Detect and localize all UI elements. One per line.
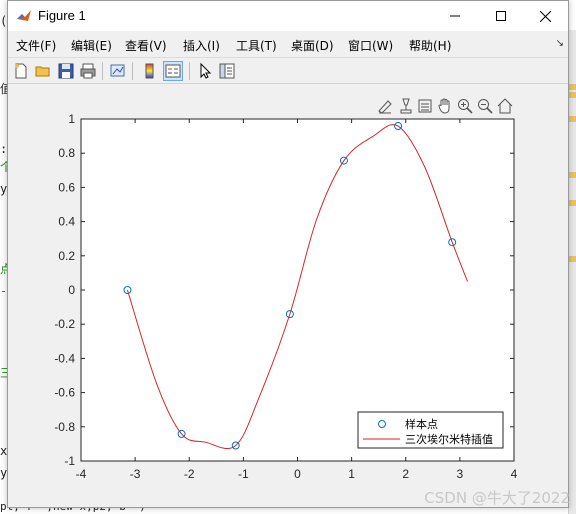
legend-entry-samples: 样本点 — [405, 417, 438, 431]
legend[interactable]: 样本点 三次埃尔米特插值 — [357, 411, 504, 449]
legend-entry-interp: 三次埃尔米特插值 — [405, 432, 493, 446]
x-tick-label: -1 — [238, 467, 249, 481]
x-tick-label: 1 — [348, 467, 355, 481]
y-tick-label: -0.6 — [54, 386, 75, 400]
y-tick-label: 0.6 — [58, 180, 75, 194]
x-tick-label: 4 — [511, 467, 518, 481]
x-tick-label: 3 — [457, 467, 464, 481]
axes-box — [80, 118, 515, 462]
editor-scroll-strip — [568, 30, 576, 514]
x-tick-label: 0 — [294, 467, 301, 481]
y-tick-label: 0.8 — [58, 146, 75, 160]
y-tick-label: -0.8 — [54, 420, 75, 434]
watermark: CSDN @牛大了2022 — [424, 489, 570, 507]
y-tick-label: 1 — [68, 112, 75, 126]
x-tick-label: 2 — [402, 467, 409, 481]
x-tick-label: -2 — [184, 467, 195, 481]
x-tick-label: -4 — [76, 467, 87, 481]
y-tick-label: 0 — [68, 283, 75, 297]
y-tick-label: -0.4 — [54, 351, 75, 365]
y-tick-label: 0.2 — [58, 249, 75, 263]
figure-window: Figure 1 文件(F) 编辑(E) 查看(V) 插入(I) 工具(T) 桌… — [7, 0, 569, 508]
y-tick-label: -0.2 — [54, 317, 75, 331]
y-tick-label: 0.4 — [58, 215, 75, 229]
plot-area[interactable]: -4 -3 -2 -1 0 1 2 3 4 1 0.8 0.6 0.4 0.2 0 -0.2 -0.4 -0.6 -… — [8, 1, 568, 507]
y-tick-label: -1 — [64, 454, 75, 468]
x-tick-label: -3 — [130, 467, 141, 481]
